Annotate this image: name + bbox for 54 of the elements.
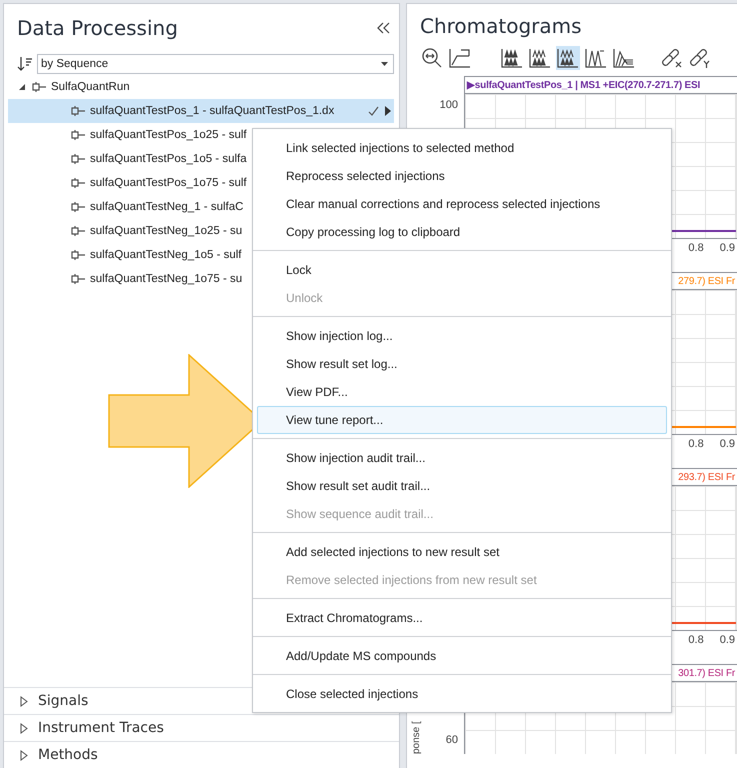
- menu-item[interactable]: Show injection log...: [257, 322, 667, 350]
- section-header[interactable]: Methods: [4, 741, 399, 768]
- injection-icon: [71, 274, 86, 284]
- baseline-icon[interactable]: [448, 46, 472, 70]
- injection-icon: [71, 202, 86, 212]
- expanded-icon[interactable]: [18, 83, 26, 91]
- plot-header: ▶sulfaQuantTestPos_1 | MS1 +EIC(270.7-271.7) ESI: [464, 76, 737, 94]
- axis-tick-label: 100: [440, 98, 459, 113]
- injection-icon: [71, 226, 86, 236]
- panel-title: Chromatograms: [419, 13, 583, 40]
- peaks-layout-icon[interactable]: [612, 46, 636, 70]
- play-icon[interactable]: [385, 106, 391, 116]
- injection-icon: [71, 154, 86, 164]
- collapsed-icon: [20, 696, 28, 706]
- link-x-icon[interactable]: [660, 46, 684, 70]
- menu-item[interactable]: Copy processing log to clipboard: [257, 218, 667, 246]
- collapsed-icon: [20, 722, 28, 734]
- tree-item[interactable]: sulfaQuantTestPos_1 - sulfaQuantTestPos_1.dx: [8, 99, 394, 123]
- menu-item[interactable]: Clear manual corrections and reprocess selected injections: [257, 190, 667, 218]
- injection-icon: [71, 106, 86, 116]
- panel-title: Data Processing: [17, 16, 178, 40]
- zoom-icon[interactable]: [420, 46, 444, 70]
- axis-tick-label: 0.9: [720, 438, 735, 452]
- menu-item[interactable]: Link selected injections to selected method: [257, 134, 667, 162]
- injection-icon: [32, 82, 47, 92]
- axis-tick-label: 0.8: [688, 438, 704, 452]
- injection-icon: [71, 130, 86, 140]
- menu-item[interactable]: Extract Chromatograms...: [257, 604, 667, 632]
- collapsed-icon: [20, 750, 28, 760]
- axis-tick-label: 0.9: [720, 242, 735, 256]
- collapse-icon[interactable]: [377, 22, 391, 34]
- axis-tick-label: 0.8: [688, 634, 704, 648]
- tree-item[interactable]: SulfaQuantRun: [8, 75, 394, 99]
- menu-item[interactable]: Add selected injections to new result set: [257, 538, 667, 566]
- link-y-icon[interactable]: [688, 46, 712, 70]
- menu-item[interactable]: View PDF...: [257, 378, 667, 406]
- injection-icon: [71, 178, 86, 188]
- menu-item[interactable]: Show result set log...: [257, 350, 667, 378]
- peaks-layout-icon[interactable]: [500, 46, 524, 70]
- peaks-layout-icon[interactable]: [556, 46, 580, 70]
- axis-title: ponse [: [411, 721, 422, 754]
- section-header[interactable]: Instrument Traces: [4, 714, 399, 741]
- axis-tick-label: 0.9: [720, 634, 735, 648]
- menu-item[interactable]: View tune report...: [257, 406, 667, 434]
- axis-tick-label: 0.8: [688, 242, 704, 256]
- axis-tick-label: 60: [446, 733, 459, 748]
- check-icon: [368, 106, 379, 116]
- injection-icon: [71, 250, 86, 260]
- peaks-layout-icon[interactable]: [584, 46, 608, 70]
- menu-item[interactable]: Reprocess selected injections: [257, 162, 667, 190]
- peaks-layout-icon[interactable]: [528, 46, 552, 70]
- sort-dropdown[interactable]: by Sequence: [37, 54, 394, 74]
- sort-icon[interactable]: [17, 56, 33, 72]
- caret-icon: [381, 62, 388, 66]
